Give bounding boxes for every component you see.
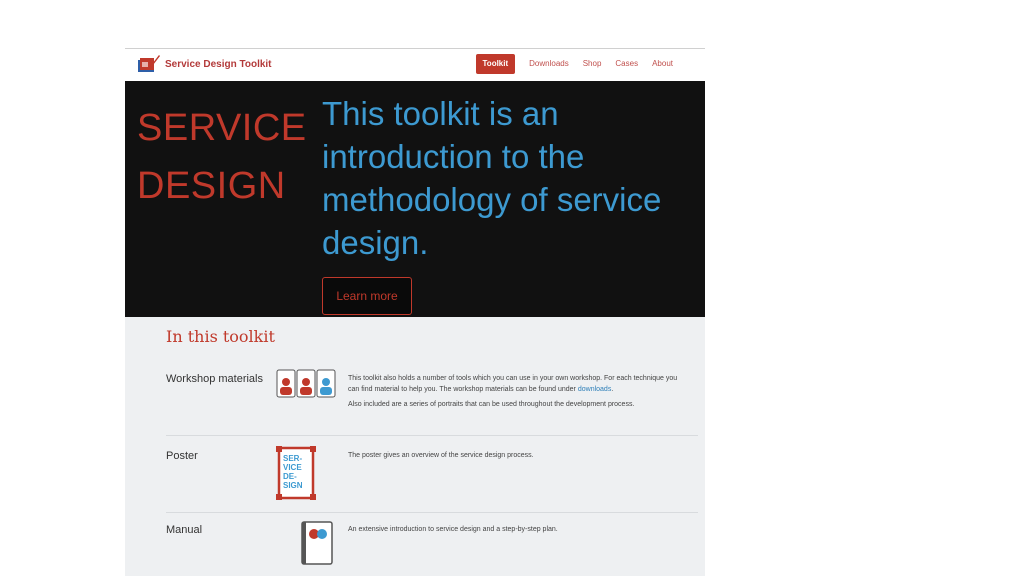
browser-viewport: Service Design Toolkit Toolkit Downloads… bbox=[125, 48, 705, 576]
nav-downloads[interactable]: Downloads bbox=[529, 54, 569, 74]
manual-book-icon bbox=[301, 521, 333, 565]
brand-name[interactable]: Service Design Toolkit bbox=[165, 59, 272, 70]
nav-about[interactable]: About bbox=[652, 54, 673, 74]
poster-text-3: DE- bbox=[283, 472, 297, 481]
nav-cases[interactable]: Cases bbox=[615, 54, 638, 74]
section-heading: In this toolkit bbox=[166, 327, 275, 346]
poster-text-2: VICE bbox=[283, 463, 302, 472]
item-description: An extensive introduction to service des… bbox=[348, 524, 688, 539]
navbar: Service Design Toolkit Toolkit Downloads… bbox=[125, 49, 705, 81]
nav-shop[interactable]: Shop bbox=[583, 54, 602, 74]
poster-icon: SER- VICE DE- SIGN bbox=[276, 446, 316, 500]
main-nav: Toolkit Downloads Shop Cases About bbox=[475, 54, 673, 74]
item-description: This toolkit also holds a number of tool… bbox=[348, 373, 688, 414]
item-label: Workshop materials bbox=[166, 373, 263, 385]
toolkit-logo-icon[interactable] bbox=[137, 54, 161, 74]
list-item-poster: Poster SER- VICE DE- SIGN The poster giv… bbox=[166, 446, 698, 513]
poster-text-4: SIGN bbox=[283, 481, 303, 490]
desc-text: This toolkit also holds a number of tool… bbox=[348, 375, 678, 393]
item-label: Manual bbox=[166, 524, 203, 536]
learn-more-button[interactable]: Learn more bbox=[322, 277, 412, 315]
list-item-manual: Manual An extensive introduction to serv… bbox=[166, 521, 698, 576]
hero-title-line2: DESIGN bbox=[137, 165, 286, 207]
desc-text: The poster gives an overview of the serv… bbox=[348, 452, 534, 459]
item-label: Poster bbox=[166, 450, 198, 462]
poster-text-1: SER- bbox=[283, 454, 302, 463]
hero-title: SERVICE DESIGN bbox=[137, 99, 307, 215]
workshop-cards-icon bbox=[276, 369, 336, 398]
downloads-link[interactable]: downloads bbox=[578, 386, 611, 393]
desc-text: An extensive introduction to service des… bbox=[348, 526, 558, 533]
nav-toolkit[interactable]: Toolkit bbox=[475, 54, 516, 74]
hero-headline: This toolkit is an introduction to the m… bbox=[322, 95, 662, 261]
hero-title-line1: SERVICE bbox=[137, 107, 307, 149]
list-item-workshop: Workshop materials This toolkit also hol… bbox=[166, 369, 698, 436]
item-description: The poster gives an overview of the serv… bbox=[348, 450, 688, 465]
toolkit-section: In this toolkit Workshop materials This … bbox=[125, 317, 705, 576]
desc-text-2: Also included are a series of portraits … bbox=[348, 401, 635, 408]
hero-banner: SERVICE DESIGN This toolkit is an introd… bbox=[125, 81, 705, 317]
